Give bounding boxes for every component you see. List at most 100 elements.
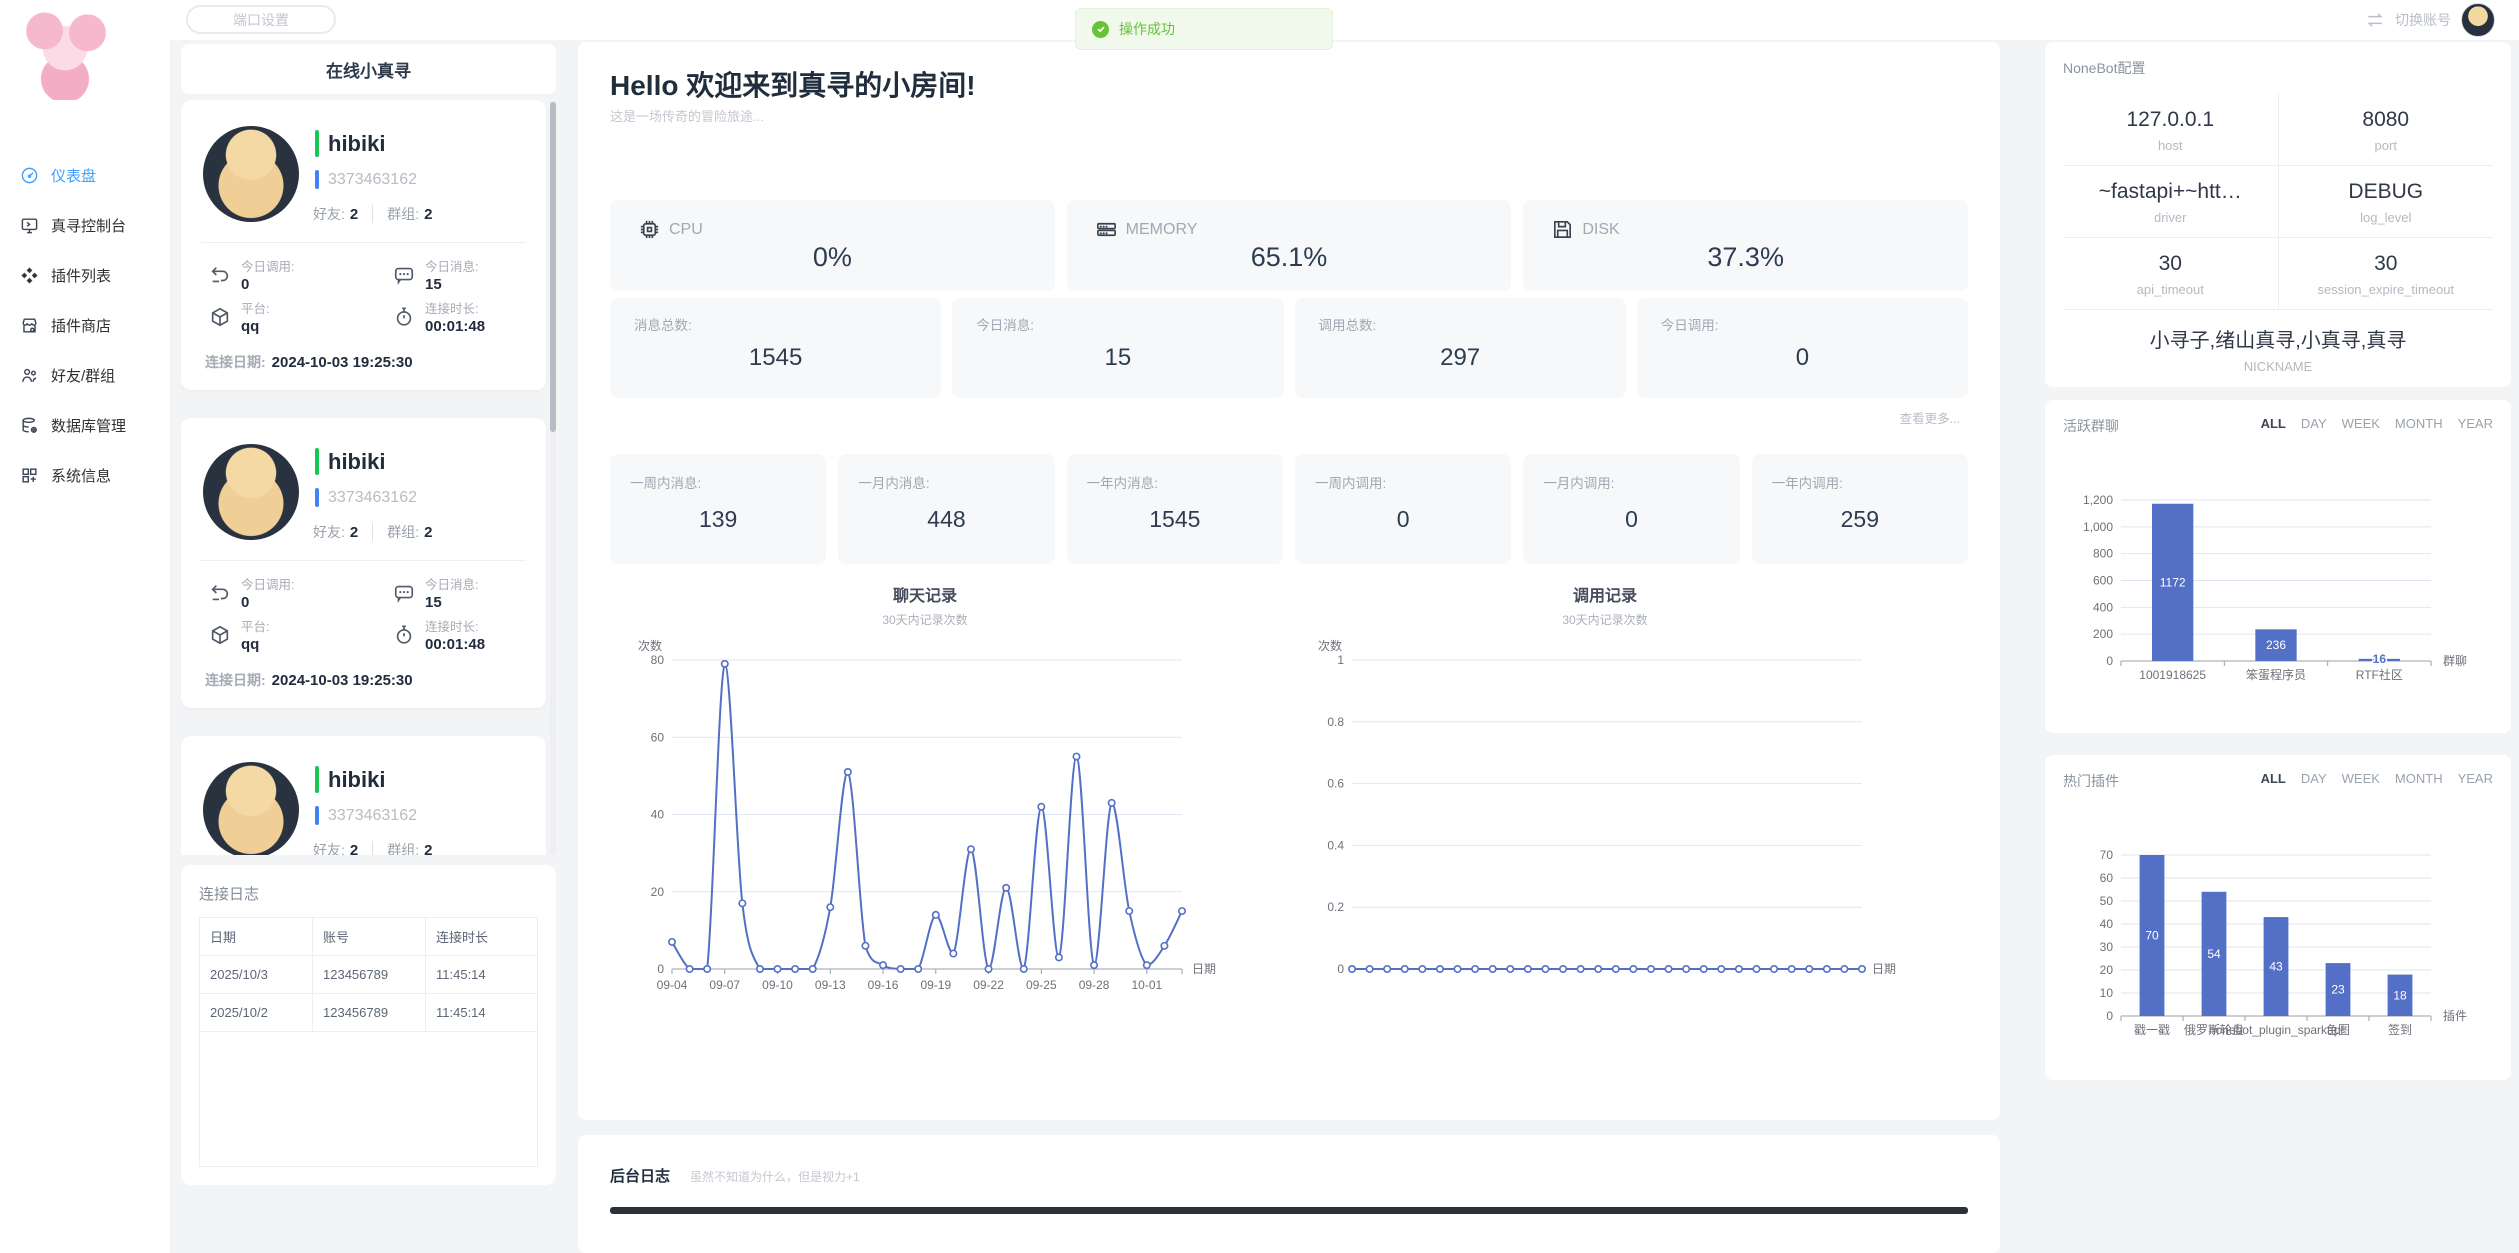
- cpu-icon: [638, 218, 661, 241]
- today-messages-cell: 今日消息:15: [393, 574, 478, 611]
- stat-card-month-messages: 一月内消息:448: [838, 454, 1054, 564]
- sidebar-item-plugin-store[interactable]: 插件商店: [0, 300, 170, 350]
- platform-cell: 平台:qq: [209, 616, 269, 653]
- table-empty-row: [200, 1032, 538, 1167]
- bot-name-row: hibiki: [315, 448, 385, 475]
- bot-name: hibiki: [328, 449, 385, 475]
- config-port: 8080port: [2279, 94, 2494, 165]
- cpu-card: CPU 0%: [610, 200, 1055, 291]
- sidebar-item-dashboard[interactable]: 仪表盘: [0, 150, 170, 200]
- port-settings-button[interactable]: 端口设置: [186, 5, 336, 34]
- stat-label: 调用总数:: [1319, 314, 1377, 334]
- svg-text:400: 400: [2093, 600, 2113, 614]
- tab-year[interactable]: YEAR: [2458, 771, 2493, 786]
- cell-duration: 11:45:14: [426, 956, 538, 994]
- sidebar-item-database[interactable]: 数据库管理: [0, 400, 170, 450]
- svg-text:20: 20: [2100, 963, 2114, 977]
- duration-value: 00:01:48: [425, 318, 485, 335]
- stat-value: 15: [952, 344, 1283, 372]
- online-indicator-bar: [315, 130, 319, 157]
- today-calls-label: 今日调用:: [241, 574, 294, 593]
- tab-day[interactable]: DAY: [2301, 416, 2327, 431]
- connect-date-value: 2024-10-03 19:25:30: [272, 672, 413, 689]
- toast-message: 操作成功: [1119, 19, 1175, 39]
- sidebar-item-plugin-list[interactable]: 插件列表: [0, 250, 170, 300]
- disk-label: DISK: [1582, 221, 1619, 239]
- range-tabs: ALL DAY WEEK MONTH YEAR: [2261, 771, 2493, 786]
- svg-text:40: 40: [651, 808, 665, 822]
- memory-icon: [1095, 218, 1118, 241]
- tab-week[interactable]: WEEK: [2342, 416, 2380, 431]
- svg-text:54: 54: [2207, 947, 2221, 961]
- stat-label: 一月内消息:: [858, 472, 929, 492]
- cpu-label: CPU: [669, 221, 703, 239]
- config-label: session_expire_timeout: [2283, 282, 2490, 297]
- today-messages-value: 15: [425, 276, 478, 293]
- online-indicator-bar: [315, 766, 319, 793]
- nonebot-config-title: NoneBot配置: [2063, 58, 2145, 78]
- table-row: 2025/10/2 123456789 11:45:14: [200, 994, 538, 1032]
- tab-year[interactable]: YEAR: [2458, 416, 2493, 431]
- gauge-icon: [20, 166, 39, 185]
- config-value: DEBUG: [2283, 180, 2490, 204]
- sidebar-item-label: 仪表盘: [51, 165, 96, 186]
- svg-text:236: 236: [2266, 638, 2286, 652]
- today-messages-label: 今日消息:: [425, 574, 478, 593]
- svg-text:09-19: 09-19: [920, 978, 951, 992]
- svg-text:70: 70: [2145, 929, 2159, 943]
- online-bots-title: 在线小真寻: [181, 44, 556, 94]
- svg-text:笨蛋程序员: 笨蛋程序员: [2246, 667, 2306, 682]
- cell-duration: 11:45:14: [426, 994, 538, 1032]
- stat-label: 一月内调用:: [1543, 472, 1614, 492]
- today-calls-cell: 今日调用:0: [209, 574, 294, 611]
- bot-list-scrollbar-thumb[interactable]: [550, 102, 556, 432]
- svg-text:600: 600: [2093, 574, 2113, 588]
- memory-card: MEMORY 65.1%: [1067, 200, 1512, 291]
- tab-week[interactable]: WEEK: [2342, 771, 2380, 786]
- svg-text:RTF社区: RTF社区: [2356, 667, 2403, 682]
- main-panel: Hello 欢迎来到真寻的小房间! 这是一场传奇的冒险旅途... CPU 0% …: [578, 42, 2000, 1120]
- friends-label: 好友:: [313, 204, 345, 224]
- card-divider: [201, 242, 526, 243]
- user-avatar[interactable]: [2461, 3, 2495, 37]
- sidebar-item-console[interactable]: 真寻控制台: [0, 200, 170, 250]
- svg-text:0.4: 0.4: [1327, 838, 1344, 852]
- page-title: Hello 欢迎来到真寻的小房间!: [610, 64, 976, 104]
- sidebar-item-system-info[interactable]: 系统信息: [0, 450, 170, 500]
- tab-all[interactable]: ALL: [2261, 416, 2286, 431]
- divider: [372, 523, 373, 541]
- active-groups-card: 活跃群聊 ALL DAY WEEK MONTH YEAR 02004006008…: [2045, 400, 2511, 733]
- divider: [372, 841, 373, 855]
- switch-account[interactable]: 切换账号: [2365, 0, 2495, 40]
- svg-text:800: 800: [2093, 547, 2113, 561]
- bot-counts: 好友:2 群组:2: [313, 204, 432, 224]
- groups-label: 群组:: [387, 522, 419, 542]
- view-more-link[interactable]: 查看更多...: [1900, 408, 1960, 427]
- cell-account: 123456789: [313, 956, 426, 994]
- svg-text:群聊: 群聊: [2443, 654, 2467, 668]
- tab-month[interactable]: MONTH: [2395, 771, 2443, 786]
- hot-plugins-card: 热门插件 ALL DAY WEEK MONTH YEAR 01020304050…: [2045, 755, 2511, 1080]
- sidebar-item-friends-groups[interactable]: 好友/群组: [0, 350, 170, 400]
- config-host: 127.0.0.1host: [2063, 94, 2279, 165]
- tab-all[interactable]: ALL: [2261, 771, 2286, 786]
- svg-text:09-16: 09-16: [868, 978, 899, 992]
- page-subtitle: 这是一场传奇的冒险旅途...: [610, 106, 764, 125]
- tab-day[interactable]: DAY: [2301, 771, 2327, 786]
- connect-date-label: 连接日期:: [205, 672, 266, 688]
- hot-plugins-title: 热门插件: [2063, 771, 2119, 791]
- sidebar-item-label: 系统信息: [51, 465, 111, 486]
- svg-text:0: 0: [1337, 962, 1344, 976]
- today-calls-cell: 今日调用:0: [209, 256, 294, 293]
- svg-text:09-13: 09-13: [815, 978, 846, 992]
- stat-card-year-calls: 一年内调用:259: [1752, 454, 1968, 564]
- active-groups-title: 活跃群聊: [2063, 416, 2119, 436]
- config-api-timeout: 30api_timeout: [2063, 238, 2279, 309]
- stat-card-month-calls: 一月内调用:0: [1523, 454, 1739, 564]
- bot-card: hibiki 3373463162 好友:2 群组:2 今日调用:0 今日消息:…: [181, 418, 546, 708]
- bot-id-row: 3373463162: [315, 488, 417, 507]
- bot-avatar: [203, 126, 299, 222]
- config-session-timeout: 30session_expire_timeout: [2279, 238, 2494, 309]
- tab-month[interactable]: MONTH: [2395, 416, 2443, 431]
- bot-avatar: [203, 762, 299, 855]
